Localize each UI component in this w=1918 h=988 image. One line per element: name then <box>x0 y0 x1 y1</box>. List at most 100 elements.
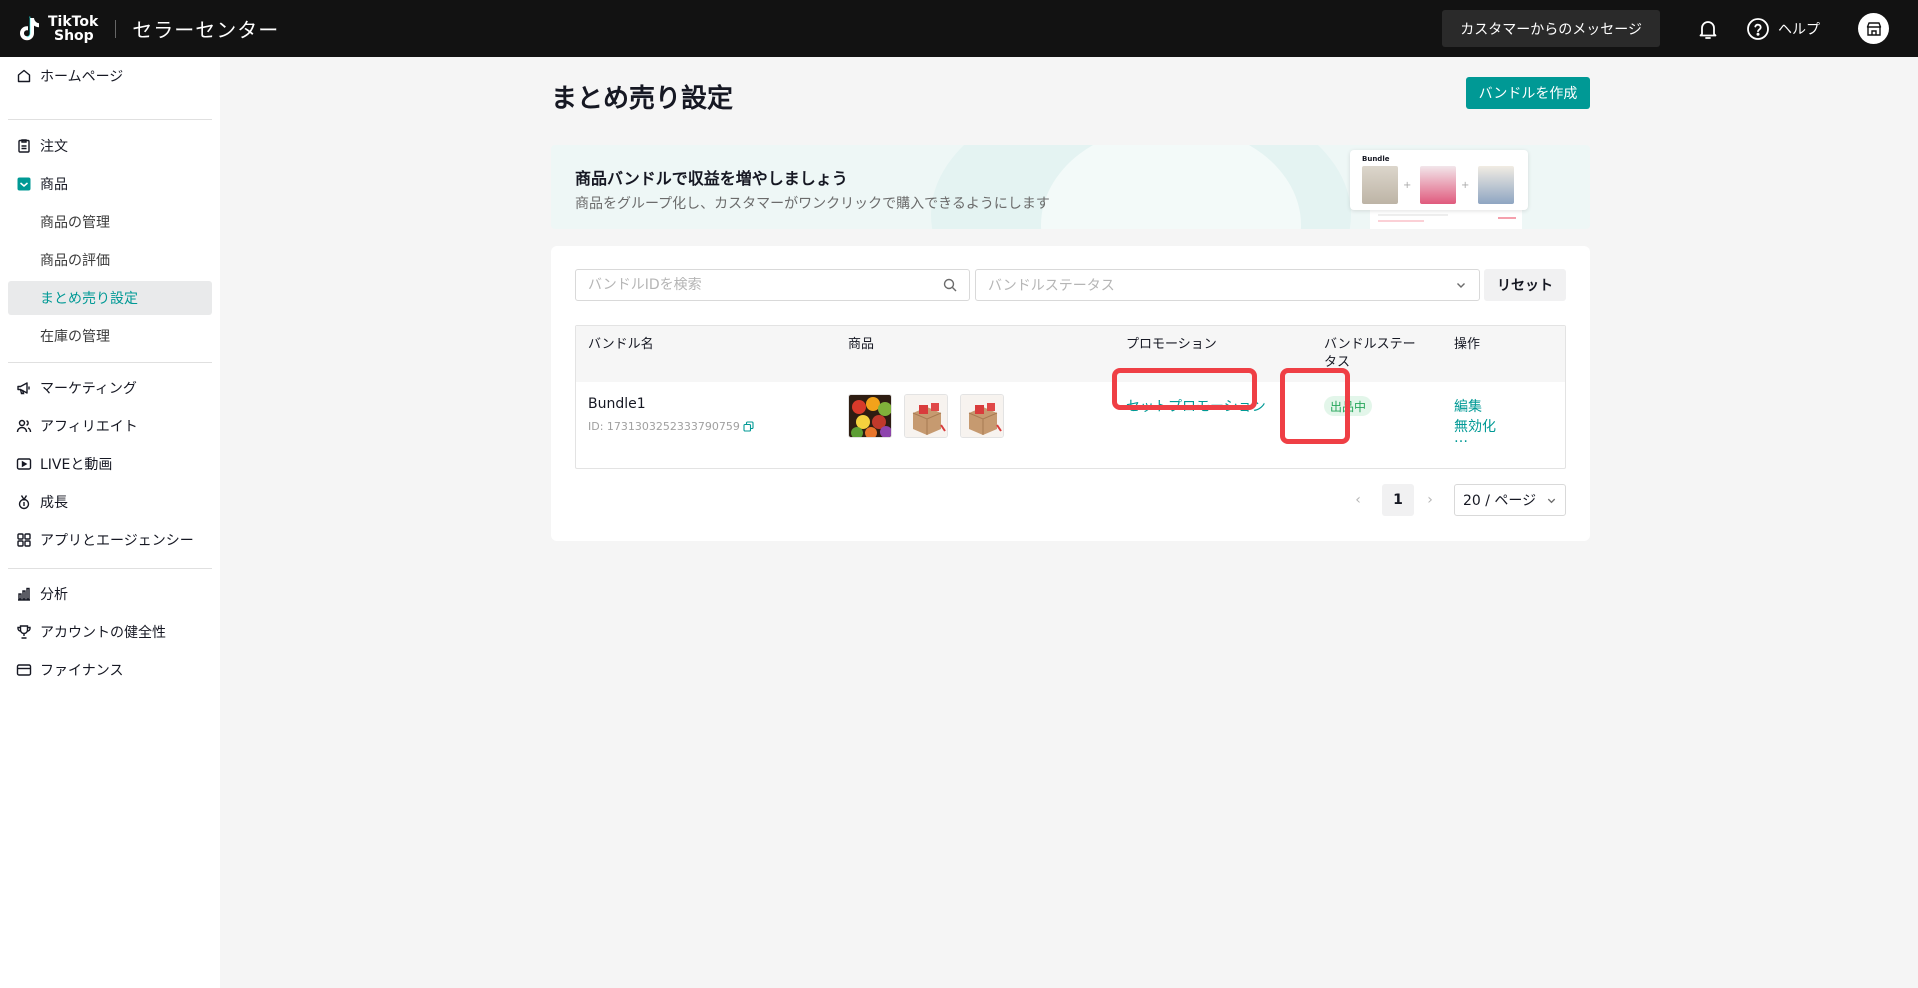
sidebar-item-live-video[interactable]: LIVEと動画 <box>8 447 212 481</box>
bundle-status-select[interactable]: バンドルステータス <box>975 269 1480 301</box>
users-icon <box>16 419 32 433</box>
banner-product-image <box>1420 166 1456 204</box>
brand[interactable]: TikTok Shop <box>14 14 98 44</box>
column-header-bundle-status: バンドルステータス <box>1324 337 1416 370</box>
product-thumbnail[interactable] <box>848 394 892 438</box>
create-bundle-button[interactable]: バンドルを作成 <box>1466 77 1590 109</box>
sidebar-divider <box>8 362 212 363</box>
trophy-icon <box>17 625 31 639</box>
brand-wordmark: TikTok Shop <box>48 13 99 44</box>
medal-icon <box>18 495 30 510</box>
next-page-button[interactable]: › <box>1418 484 1442 516</box>
chevron-down-icon <box>1457 283 1465 288</box>
column-header-promotion: プロモーション <box>1126 337 1217 352</box>
sidebar-item-label: ファイナンス <box>40 663 124 679</box>
help-link[interactable]: ヘルプ <box>1746 17 1820 41</box>
banner-illustration-line <box>1378 214 1448 216</box>
bundle-id-text: ID: 1731303252333790759 <box>588 420 740 433</box>
product-icon <box>17 177 31 191</box>
store-avatar[interactable] <box>1858 13 1889 44</box>
sidebar-item-account-health[interactable]: アカウントの健全性 <box>8 615 212 649</box>
product-thumbnail[interactable] <box>960 394 1004 438</box>
page-number-current[interactable]: 1 <box>1382 484 1414 516</box>
banner-subtitle: 商品をグループ化し、カスタマーがワンクリックで購入できるようにします <box>575 196 1050 212</box>
sidebar-item-label: 分析 <box>40 587 68 603</box>
sidebar-item-label: マーケティング <box>40 381 137 397</box>
banner-illustration-line <box>1378 220 1424 222</box>
banner-illustration-footer <box>1370 209 1522 229</box>
sidebar-item-home[interactable]: ホームページ <box>8 59 212 93</box>
plus-icon: + <box>1461 180 1470 191</box>
sidebar-item-affiliate[interactable]: アフィリエイト <box>8 409 212 443</box>
gift-box-image <box>905 395 947 437</box>
copy-icon[interactable] <box>743 421 754 432</box>
column-header-bundle-name: バンドル名 <box>588 337 654 352</box>
apps-icon <box>17 533 31 547</box>
sidebar-divider <box>8 568 212 569</box>
sidebar-item-product-management[interactable]: 商品の管理 <box>8 205 212 239</box>
brand-divider <box>115 19 117 38</box>
page-size-label: 20 / ページ <box>1463 493 1537 509</box>
sidebar-item-label: 注文 <box>40 139 68 155</box>
home-icon <box>17 69 31 83</box>
sidebar-item-product-reviews[interactable]: 商品の評価 <box>8 243 212 277</box>
chart-icon <box>18 587 30 601</box>
table-header: バンドル名 商品 プロモーション バンドルステータス 操作 <box>576 326 1565 382</box>
sidebar-item-label: アカウントの健全性 <box>40 625 166 641</box>
bundle-name: Bundle1 <box>588 396 646 412</box>
customer-messages-button[interactable]: カスタマーからのメッセージ <box>1442 10 1660 47</box>
chevron-down-icon <box>1547 498 1556 503</box>
sidebar-item-finance[interactable]: ファイナンス <box>8 653 212 687</box>
sidebar-item-apps-agencies[interactable]: アプリとエージェンシー <box>8 523 212 557</box>
page-title: まとめ売り設定 <box>551 84 734 114</box>
prev-page-button[interactable]: ‹ <box>1346 484 1370 516</box>
banner-illustration: Bundle + + <box>1350 150 1528 210</box>
product-thumbnail[interactable] <box>904 394 948 438</box>
video-icon <box>16 458 32 470</box>
promo-banner: 商品バンドルで収益を増やしましょう 商品をグループ化し、カスタマーがワンクリック… <box>551 145 1590 229</box>
sidebar-item-label: 商品 <box>40 177 68 193</box>
banner-product-image <box>1478 166 1514 204</box>
sidebar-item-label: アフィリエイト <box>40 419 138 435</box>
sidebar-item-inventory[interactable]: 在庫の管理 <box>8 319 212 353</box>
banner-title: 商品バンドルで収益を増やしましょう <box>575 169 848 188</box>
sidebar-item-marketing[interactable]: マーケティング <box>8 371 212 405</box>
sidebar-item-label: 成長 <box>40 495 68 511</box>
bundle-id: ID: 1731303252333790759 <box>588 420 754 433</box>
app-title: セラーセンター <box>132 18 280 42</box>
megaphone-icon <box>17 382 30 395</box>
sidebar-item-bundle-settings[interactable]: まとめ売り設定 <box>8 281 212 315</box>
sidebar-item-label: LIVEと動画 <box>40 457 113 473</box>
sidebar-item-label: ホームページ <box>40 69 124 85</box>
reset-button[interactable]: リセット <box>1484 269 1566 301</box>
bundle-list-card: バンドルステータス リセット バンドル名 商品 プロモーション バンドルステータ… <box>551 246 1590 541</box>
column-header-actions: 操作 <box>1454 337 1481 352</box>
plus-icon: + <box>1403 180 1412 191</box>
highlight-box-actions <box>1280 368 1350 444</box>
sidebar-item-label: アプリとエージェンシー <box>40 533 194 549</box>
store-icon <box>1866 21 1881 36</box>
help-label: ヘルプ <box>1778 21 1820 38</box>
banner-product-image <box>1362 166 1398 204</box>
sidebar: ホームページ 注文 商品 商品の管理 商品の評価 まとめ売り設定 在庫の管理 マ… <box>0 57 220 988</box>
bell-icon[interactable] <box>1696 17 1720 41</box>
highlight-box-promotion <box>1112 368 1257 410</box>
bundle-search-field[interactable] <box>575 269 970 301</box>
banner-illustration-line <box>1498 217 1516 219</box>
edit-link[interactable]: 編集 <box>1454 396 1482 416</box>
bundle-search-input[interactable] <box>588 277 943 293</box>
produce-image <box>849 395 891 437</box>
sidebar-item-analytics[interactable]: 分析 <box>8 577 212 611</box>
sidebar-item-growth[interactable]: 成長 <box>8 485 212 519</box>
search-icon[interactable] <box>943 278 957 292</box>
column-header-products: 商品 <box>848 337 875 352</box>
sidebar-divider <box>8 119 212 120</box>
page-size-select[interactable]: 20 / ページ <box>1454 484 1566 516</box>
sidebar-item-orders[interactable]: 注文 <box>8 129 212 163</box>
more-actions-button[interactable]: … <box>1454 430 1468 446</box>
sidebar-item-products[interactable]: 商品 <box>8 167 212 201</box>
banner-illustration-title: Bundle <box>1362 155 1390 163</box>
question-circle-icon <box>1747 17 1769 40</box>
top-bar: TikTok Shop セラーセンター カスタマーからのメッセージ ヘルプ <box>0 0 1918 57</box>
clipboard-icon <box>18 139 30 153</box>
